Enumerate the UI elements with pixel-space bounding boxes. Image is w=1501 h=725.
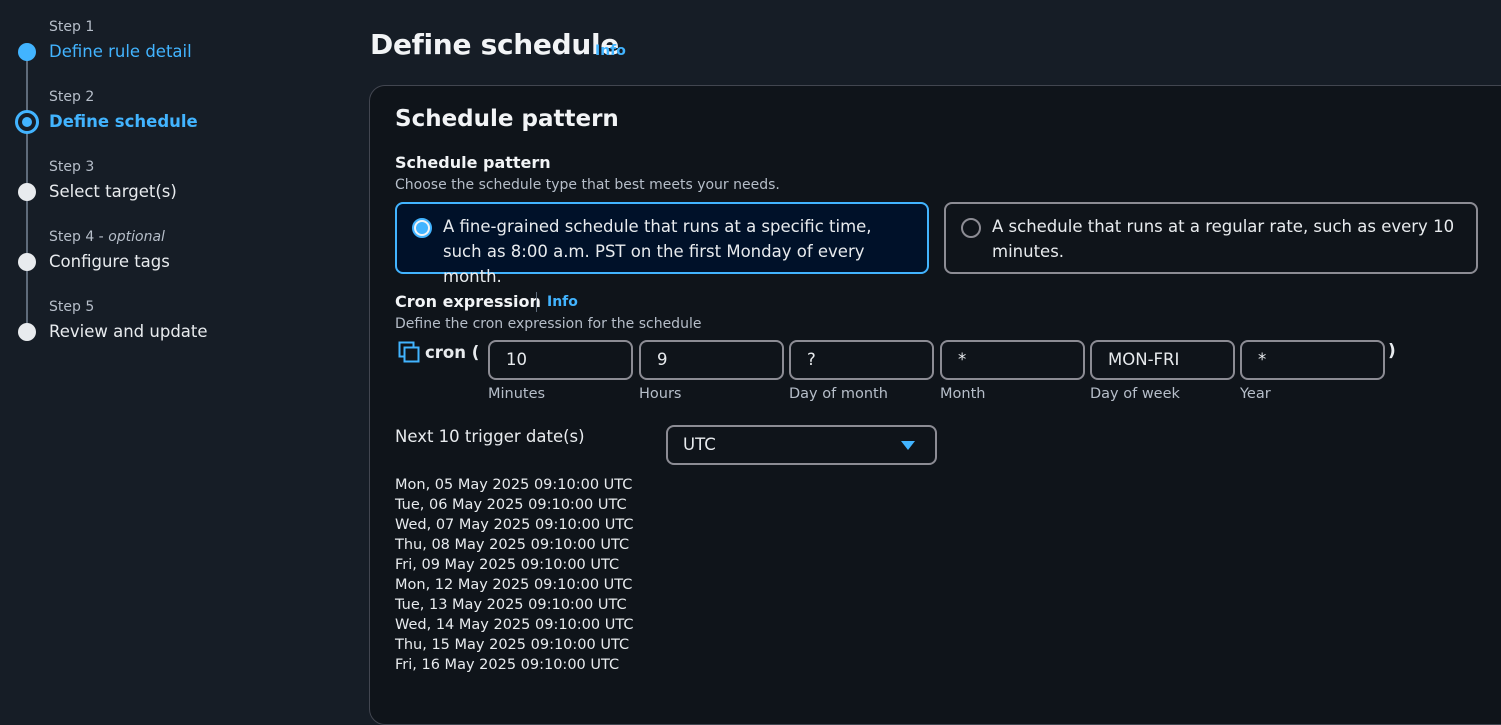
step-title-define-rule-detail[interactable]: Define rule detail — [49, 41, 192, 63]
trigger-date: Tue, 13 May 2025 09:10:00 UTC — [395, 597, 627, 613]
wizard-step-5: Step 5 Review and update — [49, 299, 208, 343]
section-title: Schedule pattern — [395, 106, 619, 132]
cron-day-of-month-input[interactable]: ? — [789, 340, 934, 380]
step-number: Step 4 - optional — [49, 229, 165, 245]
timezone-select[interactable]: UTC — [666, 425, 937, 465]
schedule-pattern-label: Schedule pattern — [395, 153, 551, 172]
next-trigger-dates-label: Next 10 trigger date(s) — [395, 427, 585, 446]
step-2-indicator-icon — [15, 110, 39, 134]
cron-year-input[interactable]: * — [1240, 340, 1385, 380]
cron-month-input[interactable]: * — [940, 340, 1085, 380]
step-title-configure-tags: Configure tags — [49, 252, 170, 271]
step-5-indicator-icon — [18, 323, 36, 341]
schedule-pattern-description: Choose the schedule type that best meets… — [395, 177, 780, 193]
step-title-select-targets: Select target(s) — [49, 182, 177, 201]
schedule-option-fine-grained[interactable]: A fine-grained schedule that runs at a s… — [395, 202, 929, 286]
label-divider — [536, 292, 537, 312]
step-title-define-schedule: Define schedule — [49, 112, 198, 131]
option-text: A schedule that runs at a regular rate, … — [992, 217, 1455, 261]
copy-icon[interactable] — [398, 341, 420, 363]
timezone-value: UTC — [683, 435, 716, 454]
page-info-link[interactable]: Info — [595, 43, 626, 59]
wizard-step-1[interactable]: Step 1 Define rule detail — [49, 19, 192, 63]
page-title: Define schedule — [370, 28, 619, 61]
caret-down-icon — [901, 441, 915, 450]
step-1-indicator-icon — [18, 43, 36, 61]
optional-tag: optional — [108, 229, 165, 245]
cron-expression-label: Cron expression — [395, 292, 541, 311]
trigger-date: Thu, 15 May 2025 09:10:00 UTC — [395, 637, 630, 653]
trigger-date: Thu, 08 May 2025 09:10:00 UTC — [395, 537, 630, 553]
cron-minutes-label: Minutes — [488, 386, 546, 402]
step-number: Step 3 — [49, 159, 95, 175]
cron-day-of-week-label: Day of week — [1090, 386, 1180, 402]
wizard-connector — [26, 60, 28, 112]
step-4-indicator-icon — [18, 253, 36, 271]
cron-day-of-week-input[interactable]: MON-FRI — [1090, 340, 1235, 380]
cron-prefix: cron ( — [398, 341, 479, 363]
step-3-indicator-icon — [18, 183, 36, 201]
radio-unselected-icon[interactable] — [961, 218, 981, 238]
wizard-step-3: Step 3 Select target(s) — [49, 159, 177, 203]
wizard-step-2: Step 2 Define schedule — [49, 89, 198, 133]
step-number: Step 2 — [49, 89, 95, 105]
wizard-step-4: Step 4 - optional Configure tags — [49, 229, 170, 273]
cron-day-of-month-label: Day of month — [789, 386, 888, 402]
wizard-steps: Step 1 Define rule detail Step 2 Define … — [0, 0, 340, 695]
trigger-date: Fri, 16 May 2025 09:10:00 UTC — [395, 657, 620, 673]
trigger-date: Fri, 09 May 2025 09:10:00 UTC — [395, 557, 620, 573]
cron-minutes-input[interactable]: 10 — [488, 340, 633, 380]
trigger-dates-list: Mon, 05 May 2025 09:10:00 UTC Tue, 06 Ma… — [395, 475, 633, 675]
wizard-connector — [26, 200, 28, 254]
cron-hours-label: Hours — [639, 386, 682, 402]
step-number: Step 1 — [49, 19, 95, 35]
cron-expression-description: Define the cron expression for the sched… — [395, 316, 702, 332]
radio-selected-icon[interactable] — [412, 218, 432, 238]
trigger-date: Mon, 05 May 2025 09:10:00 UTC — [395, 477, 633, 493]
cron-info-link[interactable]: Info — [547, 294, 578, 310]
step-title-review-and-update: Review and update — [49, 322, 208, 341]
trigger-date: Wed, 14 May 2025 09:10:00 UTC — [395, 617, 634, 633]
cron-month-label: Month — [940, 386, 986, 402]
cron-close-text: ) — [1388, 341, 1396, 361]
step-number: Step 5 — [49, 299, 95, 315]
trigger-date: Wed, 07 May 2025 09:10:00 UTC — [395, 517, 634, 533]
trigger-date: Tue, 06 May 2025 09:10:00 UTC — [395, 497, 627, 513]
cron-year-label: Year — [1240, 386, 1271, 402]
cron-hours-input[interactable]: 9 — [639, 340, 784, 380]
schedule-option-rate-based[interactable]: A schedule that runs at a regular rate, … — [944, 202, 1478, 274]
wizard-connector — [26, 270, 28, 324]
wizard-connector — [26, 132, 28, 184]
cron-open-text: cron ( — [425, 342, 480, 362]
trigger-date: Mon, 12 May 2025 09:10:00 UTC — [395, 577, 633, 593]
